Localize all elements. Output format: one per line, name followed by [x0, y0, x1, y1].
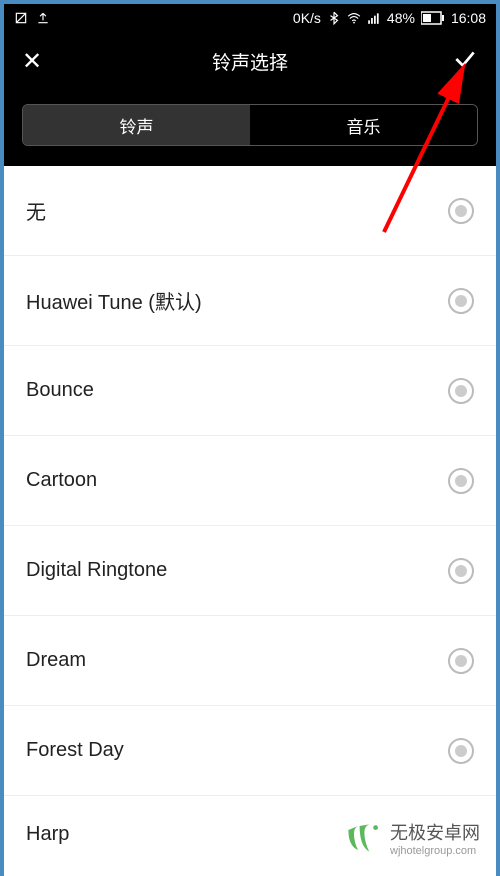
radio-button[interactable]: [448, 378, 474, 404]
list-item[interactable]: Dream: [4, 616, 496, 706]
watermark: 无极安卓网 wjhotelgroup.com: [342, 818, 480, 858]
list-item[interactable]: Cartoon: [4, 436, 496, 526]
tab-bar: 铃声 音乐: [22, 104, 478, 146]
list-item[interactable]: 无: [4, 166, 496, 256]
radio-button[interactable]: [448, 198, 474, 224]
ringtone-label: Digital Ringtone: [26, 559, 167, 582]
battery-percent: 48%: [387, 10, 415, 26]
ringtone-label: Forest Day: [26, 739, 124, 762]
radio-button[interactable]: [448, 288, 474, 314]
watermark-title: 无极安卓网: [390, 819, 480, 845]
tab-container: 铃声 音乐: [4, 90, 496, 166]
ringtone-label: Bounce: [26, 379, 94, 402]
tab-ringtone[interactable]: 铃声: [23, 105, 250, 145]
tab-ringtone-label: 铃声: [120, 113, 154, 138]
ringtone-label: 无: [26, 196, 46, 225]
close-button[interactable]: ✕: [22, 47, 42, 76]
check-icon: [452, 46, 478, 72]
ringtone-label: Dream: [26, 649, 86, 672]
radio-button[interactable]: [448, 738, 474, 764]
ringtone-label: Harp: [26, 823, 69, 846]
signal-icon: [367, 11, 381, 25]
bluetooth-icon: [327, 11, 341, 25]
page-title: 铃声选择: [212, 48, 288, 75]
status-bar: 0K/s 48% 16:08: [4, 4, 496, 32]
upload-icon: [36, 11, 50, 25]
list-item[interactable]: Forest Day: [4, 706, 496, 796]
network-speed: 0K/s: [293, 10, 321, 26]
watermark-url: wjhotelgroup.com: [390, 845, 480, 857]
header-bar: ✕ 铃声选择: [4, 32, 496, 90]
ringtone-label: Huawei Tune (默认): [26, 286, 202, 315]
tab-music[interactable]: 音乐: [250, 105, 477, 145]
wifi-icon: [347, 11, 361, 25]
list-item[interactable]: Huawei Tune (默认): [4, 256, 496, 346]
confirm-button[interactable]: [452, 46, 478, 77]
notification-icon: [14, 11, 28, 25]
time-display: 16:08: [451, 10, 486, 26]
radio-button[interactable]: [448, 468, 474, 494]
radio-button[interactable]: [448, 648, 474, 674]
ringtone-label: Cartoon: [26, 469, 97, 492]
ringtone-list: 无 Huawei Tune (默认) Bounce Cartoon Digita…: [4, 166, 496, 846]
tab-music-label: 音乐: [347, 113, 381, 138]
radio-button[interactable]: [448, 558, 474, 584]
list-item[interactable]: Digital Ringtone: [4, 526, 496, 616]
list-item[interactable]: Bounce: [4, 346, 496, 436]
battery-icon: [421, 11, 445, 25]
watermark-logo-icon: [342, 818, 382, 858]
